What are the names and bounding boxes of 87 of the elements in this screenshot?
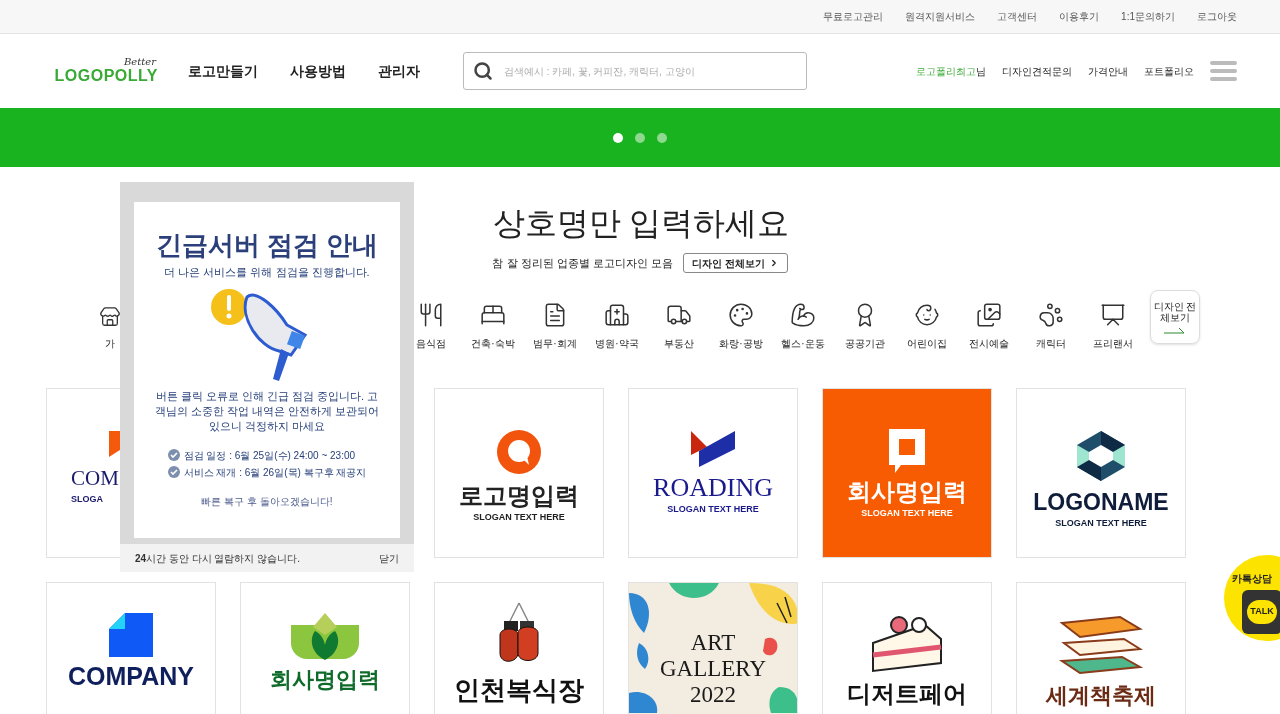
top-link[interactable]: 이용후기 (1059, 9, 1100, 24)
store-icon (99, 306, 121, 328)
popup-title: 긴급서버 점검 안내 (155, 230, 379, 260)
utensils-icon (418, 302, 444, 328)
logo-slogan: SLOGAN TEXT HERE (667, 503, 759, 515)
phone-icon: TALK (1242, 590, 1280, 634)
logo-card[interactable]: 디저트페어 (822, 582, 992, 714)
section-title: 상호명만 입력하세요 (491, 204, 790, 243)
header-link[interactable]: 디자인견적문의 (1002, 63, 1072, 79)
popup-message: 버튼 클릭 오류로 인해 긴급 점검 중입니다. 고객님의 소중한 작업 내역은 안전하게 보관되어 있으니 걱정하지 마세요 (153, 388, 381, 434)
chevron-logo-icon (689, 429, 737, 469)
logo-slogan: SLOGA (71, 493, 103, 505)
popup-closing: 빠른 복구 후 돌아오겠습니다! (201, 494, 333, 509)
books-stack-icon (1058, 613, 1144, 677)
category-item[interactable]: 범무·회계 (524, 296, 586, 351)
category-item[interactable]: 전시예술 (958, 296, 1020, 351)
nav-link[interactable]: 로고만들기 (188, 60, 258, 82)
logo-name: 로고명입력 (459, 481, 579, 511)
leaf-logo-icon (291, 613, 359, 661)
speech-bubble-icon (495, 429, 543, 477)
logo-card[interactable]: LOGONAME SLOGAN TEXT HERE (1016, 388, 1186, 558)
baby-icon (914, 302, 940, 328)
nav-link[interactable]: 관리자 (378, 60, 420, 82)
category-item[interactable]: 공공기관 (834, 296, 896, 351)
category-item[interactable]: 프리랜서 (1082, 296, 1144, 351)
header-link[interactable]: 가격안내 (1088, 63, 1128, 79)
top-link[interactable]: 고객센터 (997, 9, 1038, 24)
logo[interactable]: Better LOGOPOLLY (46, 57, 158, 85)
all-designs-button[interactable]: 디자인 전체보기 (1150, 290, 1200, 344)
category-item[interactable]: 병원·약국 (586, 296, 648, 351)
popup-subtitle: 더 나은 서비스를 위해 점검을 진행합니다. (164, 265, 370, 280)
top-link[interactable]: 1:1문의하기 (1121, 9, 1175, 24)
view-all-button[interactable]: 디자인 전체보기 (682, 253, 788, 273)
logo-card[interactable]: ROADING SLOGAN TEXT HERE (628, 388, 798, 558)
nav-link[interactable]: 사용방법 (290, 60, 346, 82)
logo-name: ROADING (653, 473, 773, 503)
images-icon (976, 302, 1002, 328)
category-item[interactable]: 가 (90, 296, 152, 351)
category-item[interactable]: 어린이집 (896, 296, 958, 351)
top-link[interactable]: 무료로고관리 (823, 9, 884, 24)
square-bubble-icon (889, 429, 925, 473)
check-circle-icon (167, 449, 180, 461)
logo-name: COM (71, 465, 119, 492)
schedule-line: 서비스 재개 : 6월 26일(목) 복구후 재공지 (183, 465, 367, 480)
header-link[interactable]: 포트폴리오 (1144, 63, 1194, 79)
cake-slice-icon (869, 613, 945, 675)
check-circle-icon (167, 466, 180, 478)
presentation-icon (1100, 302, 1126, 328)
logo-card[interactable]: 회사명입력 (240, 582, 410, 714)
logo-name: COMPANY (68, 661, 194, 691)
schedule-line: 점검 일정 : 6월 25일(수) 24:00 ~ 23:00 (183, 448, 356, 463)
hospital-icon (604, 302, 630, 328)
section-subtitle: 참 잘 정리된 업종별 로고디자인 모음 (492, 255, 673, 271)
menu-icon[interactable] (1210, 61, 1237, 81)
logo-name: LOGONAME (1033, 488, 1169, 517)
close-link[interactable]: 닫기 (379, 550, 399, 566)
category-item[interactable]: 캐릭터 (1020, 296, 1082, 351)
category-item[interactable]: 건축·숙박 (462, 296, 524, 351)
category-item[interactable]: 화랑·공방 (710, 296, 772, 351)
category-item[interactable]: 헬스·운동 (772, 296, 834, 351)
hide-24h-link[interactable]: 24시간 동안 다시 열람하지 않습니다. (135, 550, 301, 566)
logo-card[interactable]: COMPANY (46, 582, 216, 714)
logo-name: 디저트페어 (847, 679, 967, 709)
user-greeting: 로고폴리최고님 (916, 64, 986, 79)
chat-consult-button[interactable]: 카톡상담 TALK (1224, 555, 1280, 641)
logo-card[interactable]: ART GALLERY 2022 (628, 582, 798, 714)
search-icon (473, 61, 493, 81)
logo-slogan: SLOGAN TEXT HERE (1055, 517, 1147, 529)
logo-slogan: SLOGAN TEXT HERE (861, 507, 953, 519)
search-field[interactable]: 검색예시 : 카페, 꽃, 커피잔, 캐릭터, 고양이 (463, 52, 807, 90)
logo-name: 세계책축제 (1046, 682, 1156, 710)
logo-card[interactable]: 인천복식장 (434, 582, 604, 714)
art-title: GALLERY (659, 656, 767, 682)
hexagon-logo-icon (1074, 429, 1128, 483)
top-link[interactable]: 원격지원서비스 (905, 9, 976, 24)
art-title: ART (690, 630, 736, 656)
logo-card[interactable]: 세계책축제 (1016, 582, 1186, 714)
logo-card[interactable]: 로고명입력 SLOGAN TEXT HERE (434, 388, 604, 558)
logo-name: 인천복식장 (454, 675, 584, 705)
flexed-arm-icon (790, 302, 816, 328)
category-item[interactable]: 음식점 (400, 296, 462, 351)
top-link[interactable]: 로그아웃 (1197, 9, 1237, 24)
category-item[interactable]: 부동산 (648, 296, 710, 351)
logo-name: 회사명입력 (847, 477, 967, 507)
logo-name: 회사명입력 (270, 666, 380, 694)
art-title: 2022 (690, 682, 736, 708)
logo-slogan: SLOGAN TEXT HERE (473, 511, 565, 523)
